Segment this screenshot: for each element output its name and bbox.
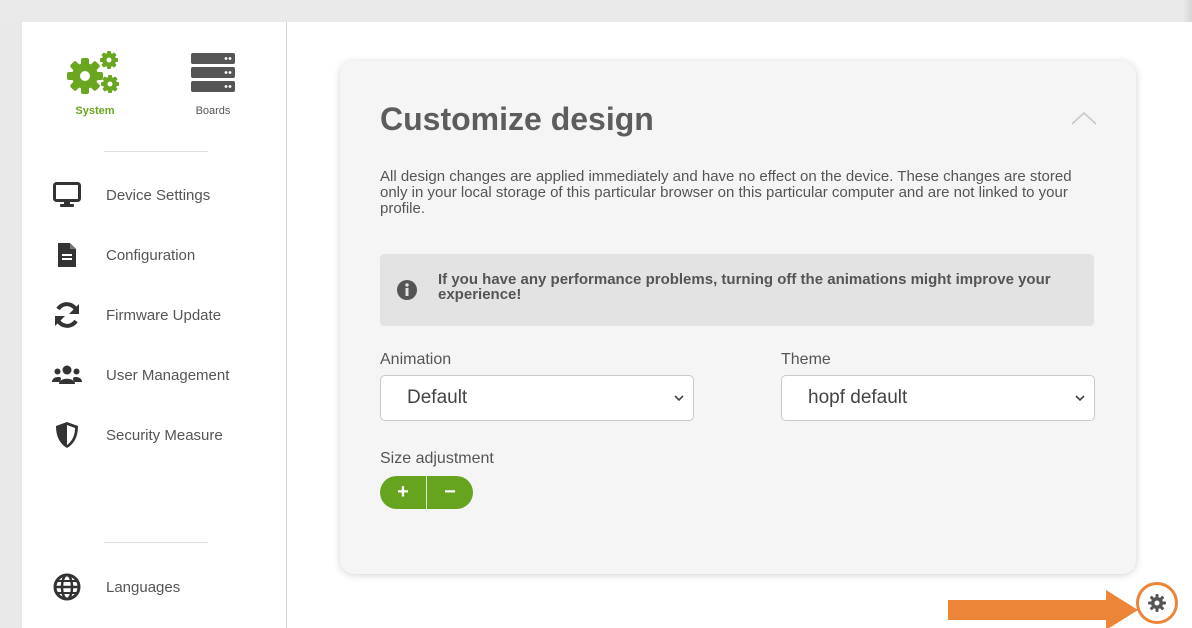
nav-system-label: System [75, 105, 115, 117]
nav-system[interactable]: System [50, 50, 140, 117]
globe-icon [52, 572, 82, 602]
window-frame-top [0, 0, 1192, 22]
sidebar-item-label: Security Measure [106, 426, 223, 444]
shield-icon [52, 420, 82, 450]
theme-select[interactable]: hopf default [781, 375, 1095, 421]
card-description: All design changes are applied immediate… [380, 168, 1072, 217]
sidebar-item-security-measure[interactable]: Security Measure [52, 420, 223, 450]
app-window: System Boards Device Settings Configurat… [22, 22, 1192, 628]
animation-label: Animation [380, 351, 452, 368]
info-text: If you have any performance problems, tu… [438, 271, 1051, 303]
sidebar-item-label: Configuration [106, 246, 196, 264]
gears-icon [67, 51, 119, 94]
chevron-down-icon [674, 395, 684, 402]
chevron-down-icon [1075, 395, 1085, 402]
card-title: Customize design [380, 101, 654, 137]
size-adjustment-label: Size adjustment [380, 450, 494, 467]
size-adjustment-group: + − [380, 476, 473, 509]
chevron-up-icon [1071, 111, 1097, 125]
sidebar-item-label: Device Settings [106, 186, 211, 204]
animation-select-value: Default [407, 387, 468, 408]
theme-label: Theme [781, 351, 831, 368]
animation-select[interactable]: Default [380, 375, 694, 421]
sidebar: System Boards Device Settings Configurat… [22, 22, 287, 628]
sidebar-item-user-management[interactable]: User Management [52, 360, 229, 390]
monitor-icon [52, 180, 82, 210]
design-settings-button[interactable] [1136, 582, 1178, 624]
sidebar-item-device-settings[interactable]: Device Settings [52, 180, 210, 210]
customize-design-card: Customize design All design changes are … [340, 61, 1136, 574]
annotation-arrow [948, 590, 1138, 628]
server-icon [191, 53, 235, 92]
sidebar-divider [104, 542, 208, 543]
sidebar-item-label: Firmware Update [106, 306, 222, 324]
nav-boards[interactable]: Boards [168, 50, 258, 117]
sidebar-item-label: Languages [106, 578, 181, 596]
refresh-icon [52, 300, 82, 330]
nav-boards-label: Boards [195, 105, 231, 117]
sidebar-item-configuration[interactable]: Configuration [52, 240, 195, 270]
size-decrease-button[interactable]: − [427, 476, 473, 509]
sidebar-item-firmware-update[interactable]: Firmware Update [52, 300, 221, 330]
gear-icon [1148, 594, 1166, 612]
users-icon [52, 360, 82, 390]
collapse-button[interactable] [1070, 109, 1098, 127]
size-increase-button[interactable]: + [380, 476, 427, 509]
sidebar-divider [104, 151, 208, 152]
theme-select-value: hopf default [808, 387, 908, 408]
info-icon [397, 280, 417, 300]
sidebar-item-label: User Management [106, 366, 230, 384]
info-alert: If you have any performance problems, tu… [380, 254, 1094, 326]
file-icon [52, 240, 82, 270]
sidebar-item-languages[interactable]: Languages [52, 572, 180, 602]
